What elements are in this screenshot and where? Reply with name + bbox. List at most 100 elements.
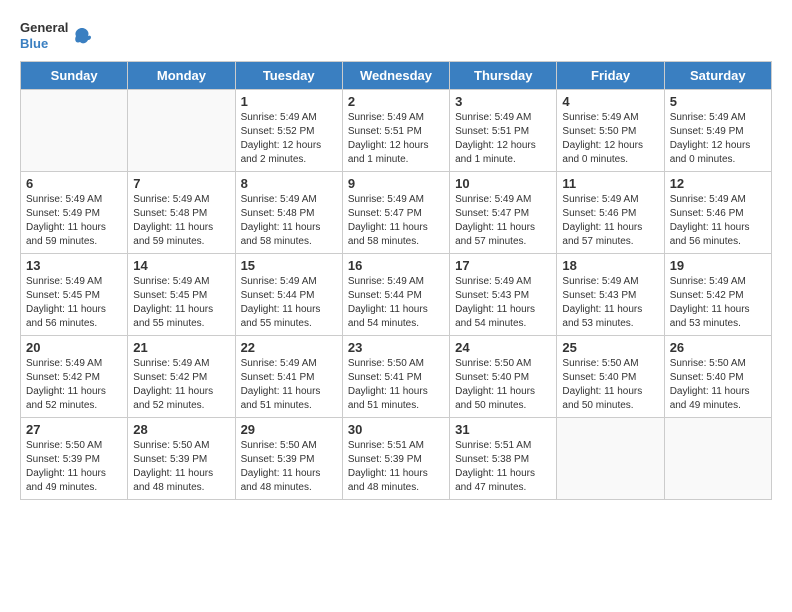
logo-bird-icon	[72, 26, 92, 46]
calendar-cell: 27 Sunrise: 5:50 AM Sunset: 5:39 PM Dayli…	[21, 418, 128, 500]
calendar-cell: 14 Sunrise: 5:49 AM Sunset: 5:45 PM Dayli…	[128, 254, 235, 336]
logo-text: General Blue	[20, 20, 68, 51]
day-number: 31	[455, 422, 551, 437]
day-info: Sunrise: 5:49 AM Sunset: 5:49 PM Dayligh…	[26, 193, 122, 249]
day-number: 25	[562, 340, 658, 355]
calendar-cell: 10 Sunrise: 5:49 AM Sunset: 5:47 PM Dayli…	[450, 172, 557, 254]
day-number: 11	[562, 176, 658, 191]
calendar-cell: 13Sunrise: 5:49 AM Sunset: 5:45 PM Dayli…	[21, 254, 128, 336]
calendar-week-row: 6Sunrise: 5:49 AM Sunset: 5:49 PM Daylig…	[21, 172, 772, 254]
day-info: Sunrise: 5:51 AM Sunset: 5:39 PM Dayligh…	[348, 439, 444, 495]
day-info: Sunrise: 5:49 AM Sunset: 5:44 PM Dayligh…	[348, 275, 444, 331]
calendar-cell: 4 Sunrise: 5:49 AM Sunset: 5:50 PM Daylig…	[557, 90, 664, 172]
day-info: Sunrise: 5:50 AM Sunset: 5:41 PM Dayligh…	[348, 357, 444, 413]
day-info: Sunrise: 5:50 AM Sunset: 5:39 PM Dayligh…	[241, 439, 337, 495]
calendar-cell: 30 Sunrise: 5:51 AM Sunset: 5:39 PM Dayli…	[342, 418, 449, 500]
calendar-cell	[664, 418, 771, 500]
calendar-week-row: 1 Sunrise: 5:49 AM Sunset: 5:52 PM Daylig…	[21, 90, 772, 172]
logo: General Blue	[20, 20, 92, 51]
calendar-cell: 26 Sunrise: 5:50 AM Sunset: 5:40 PM Dayli…	[664, 336, 771, 418]
weekday-header: Friday	[557, 62, 664, 90]
weekday-header: Wednesday	[342, 62, 449, 90]
day-number: 23	[348, 340, 444, 355]
day-info: Sunrise: 5:49 AM Sunset: 5:49 PM Dayligh…	[670, 111, 766, 167]
day-info: Sunrise: 5:49 AM Sunset: 5:48 PM Dayligh…	[241, 193, 337, 249]
calendar-cell: 24Sunrise: 5:50 AM Sunset: 5:40 PM Dayli…	[450, 336, 557, 418]
day-info: Sunrise: 5:50 AM Sunset: 5:40 PM Dayligh…	[670, 357, 766, 413]
day-number: 21	[133, 340, 229, 355]
calendar-cell: 23 Sunrise: 5:50 AM Sunset: 5:41 PM Dayli…	[342, 336, 449, 418]
day-number: 5	[670, 94, 766, 109]
calendar-week-row: 20 Sunrise: 5:49 AM Sunset: 5:42 PM Dayli…	[21, 336, 772, 418]
calendar-cell: 3Sunrise: 5:49 AM Sunset: 5:51 PM Daylig…	[450, 90, 557, 172]
calendar-cell: 18Sunrise: 5:49 AM Sunset: 5:43 PM Dayli…	[557, 254, 664, 336]
calendar-cell: 6Sunrise: 5:49 AM Sunset: 5:49 PM Daylig…	[21, 172, 128, 254]
weekday-header: Monday	[128, 62, 235, 90]
day-number: 19	[670, 258, 766, 273]
calendar-cell: 2Sunrise: 5:49 AM Sunset: 5:51 PM Daylig…	[342, 90, 449, 172]
weekday-header-row: SundayMondayTuesdayWednesdayThursdayFrid…	[21, 62, 772, 90]
day-info: Sunrise: 5:49 AM Sunset: 5:51 PM Dayligh…	[348, 111, 444, 167]
day-info: Sunrise: 5:50 AM Sunset: 5:40 PM Dayligh…	[562, 357, 658, 413]
weekday-header: Thursday	[450, 62, 557, 90]
calendar-cell: 21Sunrise: 5:49 AM Sunset: 5:42 PM Dayli…	[128, 336, 235, 418]
day-number: 18	[562, 258, 658, 273]
calendar-cell: 9 Sunrise: 5:49 AM Sunset: 5:47 PM Daylig…	[342, 172, 449, 254]
calendar-cell: 20 Sunrise: 5:49 AM Sunset: 5:42 PM Dayli…	[21, 336, 128, 418]
calendar-cell: 25 Sunrise: 5:50 AM Sunset: 5:40 PM Dayli…	[557, 336, 664, 418]
page-header: General Blue	[20, 20, 772, 51]
calendar-cell: 8Sunrise: 5:49 AM Sunset: 5:48 PM Daylig…	[235, 172, 342, 254]
weekday-header: Sunday	[21, 62, 128, 90]
day-number: 14	[133, 258, 229, 273]
day-info: Sunrise: 5:49 AM Sunset: 5:42 PM Dayligh…	[26, 357, 122, 413]
calendar-cell	[128, 90, 235, 172]
day-info: Sunrise: 5:49 AM Sunset: 5:44 PM Dayligh…	[241, 275, 337, 331]
day-number: 22	[241, 340, 337, 355]
day-info: Sunrise: 5:49 AM Sunset: 5:46 PM Dayligh…	[670, 193, 766, 249]
day-number: 4	[562, 94, 658, 109]
calendar-cell: 19Sunrise: 5:49 AM Sunset: 5:42 PM Dayli…	[664, 254, 771, 336]
day-info: Sunrise: 5:51 AM Sunset: 5:38 PM Dayligh…	[455, 439, 551, 495]
weekday-header: Tuesday	[235, 62, 342, 90]
calendar-cell: 29Sunrise: 5:50 AM Sunset: 5:39 PM Dayli…	[235, 418, 342, 500]
day-number: 27	[26, 422, 122, 437]
calendar-week-row: 27 Sunrise: 5:50 AM Sunset: 5:39 PM Dayli…	[21, 418, 772, 500]
day-info: Sunrise: 5:49 AM Sunset: 5:46 PM Dayligh…	[562, 193, 658, 249]
day-number: 10	[455, 176, 551, 191]
calendar-cell: 31 Sunrise: 5:51 AM Sunset: 5:38 PM Dayli…	[450, 418, 557, 500]
calendar-table: SundayMondayTuesdayWednesdayThursdayFrid…	[20, 61, 772, 500]
day-info: Sunrise: 5:49 AM Sunset: 5:52 PM Dayligh…	[241, 111, 337, 167]
day-info: Sunrise: 5:49 AM Sunset: 5:45 PM Dayligh…	[133, 275, 229, 331]
calendar-cell	[21, 90, 128, 172]
day-info: Sunrise: 5:50 AM Sunset: 5:39 PM Dayligh…	[133, 439, 229, 495]
day-number: 17	[455, 258, 551, 273]
calendar-cell: 28Sunrise: 5:50 AM Sunset: 5:39 PM Dayli…	[128, 418, 235, 500]
calendar-week-row: 13Sunrise: 5:49 AM Sunset: 5:45 PM Dayli…	[21, 254, 772, 336]
day-info: Sunrise: 5:49 AM Sunset: 5:47 PM Dayligh…	[455, 193, 551, 249]
day-info: Sunrise: 5:49 AM Sunset: 5:50 PM Dayligh…	[562, 111, 658, 167]
day-info: Sunrise: 5:49 AM Sunset: 5:47 PM Dayligh…	[348, 193, 444, 249]
day-info: Sunrise: 5:50 AM Sunset: 5:39 PM Dayligh…	[26, 439, 122, 495]
calendar-cell: 16 Sunrise: 5:49 AM Sunset: 5:44 PM Dayli…	[342, 254, 449, 336]
day-number: 7	[133, 176, 229, 191]
day-info: Sunrise: 5:49 AM Sunset: 5:45 PM Dayligh…	[26, 275, 122, 331]
calendar-cell	[557, 418, 664, 500]
calendar-cell: 1 Sunrise: 5:49 AM Sunset: 5:52 PM Daylig…	[235, 90, 342, 172]
day-info: Sunrise: 5:50 AM Sunset: 5:40 PM Dayligh…	[455, 357, 551, 413]
day-number: 1	[241, 94, 337, 109]
day-number: 9	[348, 176, 444, 191]
day-number: 15	[241, 258, 337, 273]
calendar-cell: 7 Sunrise: 5:49 AM Sunset: 5:48 PM Daylig…	[128, 172, 235, 254]
day-number: 30	[348, 422, 444, 437]
weekday-header: Saturday	[664, 62, 771, 90]
day-info: Sunrise: 5:49 AM Sunset: 5:43 PM Dayligh…	[455, 275, 551, 331]
calendar-cell: 5 Sunrise: 5:49 AM Sunset: 5:49 PM Daylig…	[664, 90, 771, 172]
day-number: 16	[348, 258, 444, 273]
calendar-cell: 17 Sunrise: 5:49 AM Sunset: 5:43 PM Dayli…	[450, 254, 557, 336]
day-info: Sunrise: 5:49 AM Sunset: 5:48 PM Dayligh…	[133, 193, 229, 249]
day-number: 20	[26, 340, 122, 355]
day-number: 3	[455, 94, 551, 109]
day-number: 26	[670, 340, 766, 355]
calendar-cell: 12 Sunrise: 5:49 AM Sunset: 5:46 PM Dayli…	[664, 172, 771, 254]
day-number: 12	[670, 176, 766, 191]
